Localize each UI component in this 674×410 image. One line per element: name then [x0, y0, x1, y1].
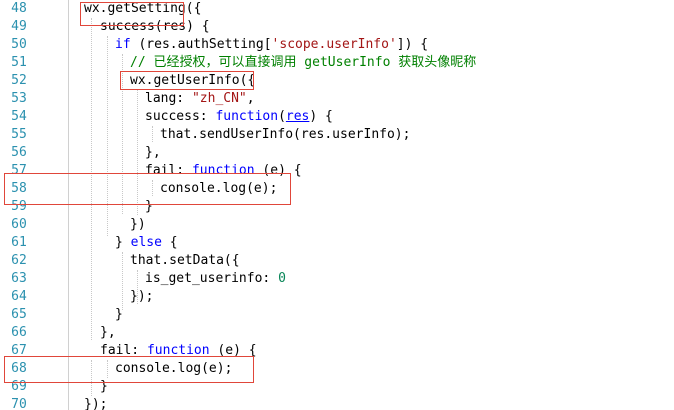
line-number: 49	[11, 19, 27, 34]
line-number: 61	[11, 235, 27, 250]
keyword-token: else	[130, 235, 162, 250]
code-line-50: if (res.authSetting['scope.userInfo']) {	[115, 36, 428, 54]
line-number: 60	[11, 217, 27, 232]
highlight-box	[120, 71, 254, 90]
indent-guide	[152, 126, 153, 142]
line-number: 51	[11, 55, 27, 70]
highlight-box	[4, 356, 254, 383]
code-token: ) {	[309, 109, 333, 124]
comment-token: // 已经授权，可以直接调用 getUserInfo 获取头像昵称	[130, 55, 477, 70]
parameter-token: res	[285, 109, 310, 124]
code-line-55: that.sendUserInfo(res.userInfo);	[160, 126, 410, 144]
code-line-70: });	[84, 396, 107, 410]
code-token: })	[130, 217, 146, 232]
code-line-65: }	[115, 306, 123, 324]
code-token: });	[130, 289, 154, 304]
line-number: 63	[11, 271, 27, 286]
highlight-box	[4, 173, 291, 205]
code-line-56: },	[145, 144, 161, 162]
code-token: }	[115, 307, 123, 322]
number-token: 0	[278, 271, 286, 286]
code-line-51: // 已经授权，可以直接调用 getUserInfo 获取头像昵称	[130, 54, 476, 72]
code-token: success:	[145, 109, 216, 124]
code-line-66: },	[100, 324, 116, 342]
line-number: 62	[11, 253, 27, 268]
code-line-60: })	[130, 216, 146, 234]
keyword-token: if	[115, 37, 131, 52]
code-line-62: that.setData({	[130, 252, 240, 270]
code-token: that.setData({	[130, 253, 240, 268]
code-editor[interactable]: 48 49 50 51 52 53 54 55 56 57 58 59 60 6…	[0, 0, 674, 410]
line-number: 54	[11, 109, 27, 124]
code-token: (res.authSetting[	[130, 37, 272, 52]
code-token: (	[278, 109, 286, 124]
code-line-54: success: function(res) {	[145, 108, 333, 126]
string-token: 'scope.userInfo'	[271, 37, 397, 52]
line-number: 64	[11, 289, 27, 304]
code-line-63: is_get_userinfo: 0	[145, 270, 286, 288]
code-token: {	[193, 1, 202, 16]
line-number: 52	[11, 73, 27, 88]
code-token: },	[145, 145, 161, 160]
code-token: lang:	[145, 91, 192, 106]
indent-guide	[122, 252, 123, 310]
line-number: 50	[11, 37, 27, 52]
code-token: });	[84, 397, 108, 410]
line-number: 70	[11, 397, 27, 410]
indent-guide	[107, 36, 108, 236]
line-number: 53	[11, 91, 27, 106]
code-line-64: });	[130, 288, 153, 306]
code-token: {	[161, 235, 178, 250]
gutter-separator	[68, 0, 69, 410]
code-token: that.sendUserInfo(res.userInfo);	[160, 127, 411, 142]
highlight-box	[80, 2, 184, 26]
line-number: 56	[11, 145, 27, 160]
code-line-61: } else {	[115, 234, 178, 252]
keyword-token: function	[215, 109, 279, 124]
code-token: ,	[246, 91, 255, 106]
code-token: }	[115, 235, 131, 250]
code-token: is_get_userinfo:	[145, 271, 279, 286]
line-number: 48	[11, 1, 27, 16]
code-line-53: lang: "zh_CN",	[145, 90, 255, 108]
string-token: "zh_CN"	[191, 91, 247, 106]
line-number: 65	[11, 307, 27, 322]
line-number: 55	[11, 127, 27, 142]
code-token: ]) {	[396, 37, 429, 52]
line-number: 66	[11, 325, 27, 340]
code-token: },	[100, 325, 116, 340]
